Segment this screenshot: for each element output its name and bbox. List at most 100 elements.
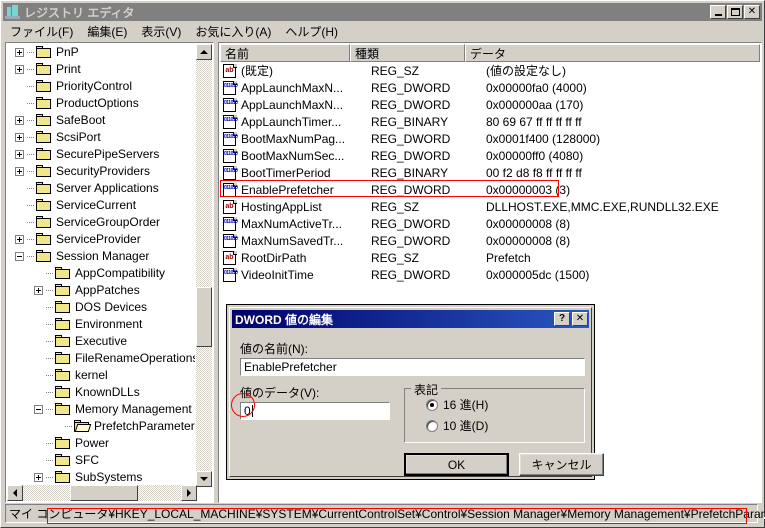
menu-edit[interactable]: 編集(E): [80, 22, 134, 41]
tree-node[interactable]: Session Manager: [7, 248, 195, 265]
expand-plus-icon[interactable]: [15, 235, 24, 244]
tree-node[interactable]: Print: [7, 61, 195, 78]
dword-value-icon: 011010: [222, 148, 238, 163]
table-row[interactable]: 011010 BootMaxNumSec... REG_DWORD 0x00000ff…: [220, 147, 760, 164]
registry-tree-pane[interactable]: PnP Print PriorityControl ProductOptions Saf…: [5, 42, 214, 503]
expand-plus-icon[interactable]: [15, 167, 24, 176]
tree-node[interactable]: ScsiPort: [7, 129, 195, 146]
tree-connector: [46, 409, 54, 410]
expand-plus-icon[interactable]: [34, 286, 43, 295]
table-row[interactable]: 011010 BootMaxNumPag... REG_DWORD 0x0001f40…: [220, 130, 760, 147]
close-button[interactable]: ✕: [744, 5, 760, 19]
dialog-help-button[interactable]: ?: [554, 312, 570, 326]
tree-node[interactable]: ServiceProvider: [7, 231, 195, 248]
registry-tree[interactable]: PnP Print PriorityControl ProductOptions Saf…: [7, 44, 195, 485]
tree-node[interactable]: SecurePipeServers: [7, 146, 195, 163]
tree-node[interactable]: SafeBoot: [7, 112, 195, 129]
dialog-title: DWORD 値の編集: [235, 312, 333, 327]
tree-hscroll-thumb[interactable]: [70, 485, 138, 501]
dword-value-icon: 011010: [222, 80, 238, 95]
tree-node[interactable]: DOS Devices: [7, 299, 195, 316]
menu-help[interactable]: ヘルプ(H): [278, 22, 345, 41]
expand-plus-icon[interactable]: [34, 473, 43, 482]
tree-node[interactable]: PrefetchParameters: [7, 418, 195, 435]
value-data-input[interactable]: 0: [240, 402, 390, 420]
tree-node[interactable]: Memory Management: [7, 401, 195, 418]
table-row[interactable]: 011010 MaxNumActiveTr... REG_DWORD 0x000000…: [220, 215, 760, 232]
expand-plus-icon[interactable]: [15, 48, 24, 57]
tree-node[interactable]: PriorityControl: [7, 78, 195, 95]
tree-node[interactable]: Environment: [7, 316, 195, 333]
cell-value-name: BootMaxNumSec...: [241, 148, 345, 163]
tree-scroll-left-button[interactable]: [7, 485, 23, 501]
table-row[interactable]: 011010 VideoInitTime REG_DWORD 0x000005dc (…: [220, 266, 760, 283]
table-row[interactable]: 011010 AppLaunchMaxN... REG_DWORD 0x000000a…: [220, 96, 760, 113]
tree-connector: [46, 290, 54, 291]
tree-node[interactable]: SubSystems: [7, 469, 195, 485]
cell-value-data: 0x00000008 (8): [486, 216, 571, 231]
tree-node-spacer: [15, 99, 24, 108]
tree-scroll-up-button[interactable]: [196, 44, 212, 60]
tree-vscroll-thumb[interactable]: [196, 287, 212, 347]
resize-grip-icon[interactable]: [758, 507, 765, 521]
tree-node[interactable]: ServiceCurrent: [7, 197, 195, 214]
column-header-type[interactable]: 種類: [350, 44, 465, 62]
collapse-minus-icon[interactable]: [15, 252, 24, 261]
menu-view[interactable]: 表示(V): [134, 22, 188, 41]
menu-file[interactable]: ファイル(F): [3, 22, 80, 41]
tree-node[interactable]: Server Applications: [7, 180, 195, 197]
tree-node[interactable]: SFC: [7, 452, 195, 469]
tree-node[interactable]: FileRenameOperations: [7, 350, 195, 367]
tree-node[interactable]: SecurityProviders: [7, 163, 195, 180]
tree-node[interactable]: Executive: [7, 333, 195, 350]
expand-plus-icon[interactable]: [15, 133, 24, 142]
table-row[interactable]: ab (既定) REG_SZ (値の設定なし): [220, 62, 760, 79]
maximize-button[interactable]: [727, 5, 743, 19]
tree-node[interactable]: AppCompatibility: [7, 265, 195, 282]
expand-plus-icon[interactable]: [15, 65, 24, 74]
tree-scroll-down-button[interactable]: [196, 471, 212, 487]
table-row[interactable]: 011010 AppLaunchMaxN... REG_DWORD 0x00000fa…: [220, 79, 760, 96]
tree-node[interactable]: PnP: [7, 44, 195, 61]
tree-connector: [27, 86, 35, 87]
tree-node[interactable]: ServiceGroupOrder: [7, 214, 195, 231]
menu-favorites[interactable]: お気に入り(A): [188, 22, 278, 41]
collapse-minus-icon[interactable]: [34, 405, 43, 414]
dword-value-icon: 011010: [222, 165, 238, 180]
tree-vscroll-track[interactable]: [196, 60, 212, 471]
expand-plus-icon[interactable]: [15, 150, 24, 159]
tree-scroll-right-button[interactable]: [181, 485, 197, 501]
tree-vertical-scrollbar[interactable]: [196, 44, 212, 487]
radio-dec-icon[interactable]: [426, 419, 438, 432]
radio-dec[interactable]: 10 進(D): [426, 417, 488, 434]
column-header-name[interactable]: 名前: [220, 44, 350, 62]
tree-horizontal-scrollbar[interactable]: [7, 485, 197, 501]
table-row[interactable]: ab HostingAppList REG_SZ DLLHOST.EXE,MMC.EX…: [220, 198, 760, 215]
value-name-input[interactable]: EnablePrefetcher: [240, 358, 585, 376]
tree-connector: [46, 307, 54, 308]
ok-button[interactable]: OK: [404, 453, 509, 476]
tree-node[interactable]: AppPatches: [7, 282, 195, 299]
table-row[interactable]: 011010 BootTimerPeriod REG_BINARY 00 f2 d8 …: [220, 164, 760, 181]
table-row[interactable]: 011010 AppLaunchTimer... REG_BINARY 80 69 6…: [220, 113, 760, 130]
tree-node[interactable]: KnownDLLs: [7, 384, 195, 401]
table-row[interactable]: 011010 MaxNumSavedTr... REG_DWORD 0x0000000…: [220, 232, 760, 249]
tree-node[interactable]: kernel: [7, 367, 195, 384]
tree-node[interactable]: ProductOptions: [7, 95, 195, 112]
radio-hex-icon[interactable]: [426, 398, 438, 411]
tree-node-label: SecurityProviders: [56, 164, 151, 178]
column-header-data[interactable]: データ: [465, 44, 760, 62]
expand-plus-icon[interactable]: [15, 116, 24, 125]
table-row[interactable]: ab RootDirPath REG_SZ Prefetch: [220, 249, 760, 266]
table-row[interactable]: 011010 EnablePrefetcher REG_DWORD 0x0000000…: [220, 181, 760, 198]
cancel-button[interactable]: キャンセル: [519, 453, 604, 476]
minimize-button[interactable]: [710, 5, 726, 19]
window-controls: ✕: [709, 5, 762, 19]
tree-node-label: ProductOptions: [56, 96, 139, 110]
dialog-title-bar[interactable]: DWORD 値の編集 ? ✕: [232, 310, 589, 328]
radio-hex[interactable]: 16 進(H): [426, 396, 488, 413]
tree-node[interactable]: Power: [7, 435, 195, 452]
folder-icon: [36, 46, 52, 59]
dialog-close-button[interactable]: ✕: [572, 312, 588, 326]
window-title-bar[interactable]: レジストリ エディタ ✕: [3, 3, 762, 21]
